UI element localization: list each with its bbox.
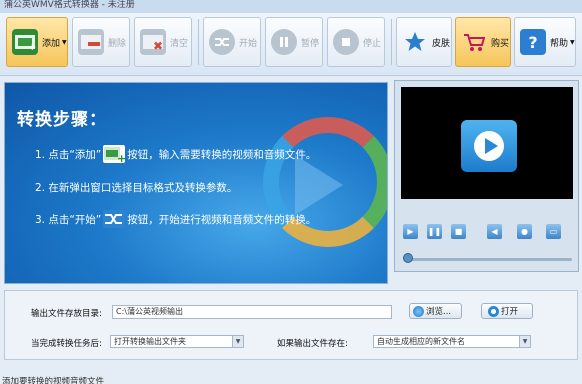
pause-button[interactable]: 暂停: [265, 17, 323, 67]
title-bar: 蒲公英WMV格式转换器 - 未注册: [0, 0, 582, 13]
seek-slider-knob[interactable]: [403, 253, 413, 263]
after-done-value: 打开转换输出文件夹: [114, 337, 186, 346]
fullscreen-icon[interactable]: ▭: [546, 224, 561, 239]
shuffle-icon: [209, 29, 235, 55]
step-1-text-a: 1. 点击“添加”: [35, 148, 102, 161]
help-icon: ?: [520, 29, 546, 55]
stop-icon: [333, 29, 359, 55]
seek-slider[interactable]: [409, 258, 572, 261]
browse-icon: [413, 305, 424, 317]
chevron-down-icon: ▼: [232, 336, 243, 347]
pause-icon: [271, 29, 297, 55]
delete-video-icon: [78, 29, 104, 55]
add-button-label: 添加: [42, 38, 61, 49]
svg-text:+: +: [28, 42, 36, 51]
after-done-select[interactable]: 打开转换输出文件夹 ▼: [110, 335, 244, 348]
help-button-label: 帮助: [550, 38, 569, 49]
step-2-text: 2. 在新弹出窗口选择目标格式及转换参数。: [35, 182, 238, 194]
step-3-text-b: 按钮，开始进行视频和音频文件的转换。: [127, 213, 317, 226]
open-folder-icon: [488, 305, 499, 317]
browse-button[interactable]: 浏览...: [409, 303, 462, 319]
step-3-text-a: 3. 点击“开始”: [35, 213, 102, 226]
buy-button-label: 购买: [491, 38, 510, 49]
settings-panel: 输出文件存放目录: C:\蒲公英视频输出 浏览... 打开 当完成转换任务后: …: [4, 290, 578, 360]
if-exists-select[interactable]: 自动生成相应的新文件名 ▼: [373, 335, 531, 348]
play-icon[interactable]: ▶: [403, 224, 418, 239]
open-button[interactable]: 打开: [481, 303, 533, 319]
status-bar: 添加要转换的视频音频文件: [0, 368, 582, 384]
toolbar-divider: [198, 19, 199, 65]
shopping-cart-icon: [461, 29, 487, 55]
add-video-icon: +: [12, 29, 38, 55]
status-text: 添加要转换的视频音频文件: [2, 377, 105, 384]
svg-text:+: +: [117, 152, 125, 163]
window-title: 蒲公英WMV格式转换器 - 未注册: [4, 0, 135, 10]
play-graphic: [295, 155, 343, 215]
chevron-down-icon: ▼: [519, 336, 530, 347]
clear-button[interactable]: ✖ 清空: [134, 17, 192, 67]
if-exists-value: 自动生成相应的新文件名: [377, 337, 465, 346]
add-button[interactable]: + 添加 ▼: [6, 17, 68, 67]
step-2: 2. 在新弹出窗口选择目标格式及转换参数。: [35, 180, 237, 195]
start-button-label: 开始: [239, 38, 258, 49]
snapshot-icon[interactable]: ●: [517, 224, 532, 239]
step-1: 1. 点击“添加” + 按钮，输入需要转换的视频和音频文件。: [35, 145, 317, 165]
skin-button-label: 皮肤: [432, 38, 451, 49]
start-button[interactable]: 开始: [203, 17, 261, 67]
if-exists-label: 如果输出文件存在:: [277, 339, 348, 349]
output-dir-field[interactable]: C:\蒲公英视频输出: [112, 305, 392, 319]
star-icon: [402, 29, 428, 55]
preview-player: ▶ ❚❚ ■ ◀ ● ▭: [394, 80, 579, 272]
banner-heading: 转换步骤：: [17, 110, 107, 130]
help-button[interactable]: ? 帮助 ▼: [514, 17, 576, 67]
clear-video-icon: ✖: [140, 29, 166, 55]
toolbar-divider: [391, 19, 392, 65]
buy-button[interactable]: 购买: [455, 17, 511, 67]
app-window: 蒲公英WMV格式转换器 - 未注册 + 添加 ▼ 删除 ✖ 清空 开始 暂停 停…: [0, 0, 582, 384]
toolbar: + 添加 ▼ 删除 ✖ 清空 开始 暂停 停止 皮肤 购买 ? 帮助 ▼: [0, 13, 582, 76]
delete-button[interactable]: 删除: [72, 17, 130, 67]
browse-button-label: 浏览...: [426, 307, 452, 317]
skin-button[interactable]: 皮肤: [396, 17, 452, 67]
add-video-icon: +: [103, 145, 126, 165]
shuffle-icon: [103, 210, 126, 228]
output-dir-label: 输出文件存放目录:: [31, 309, 102, 319]
step-1-text-b: 按钮，输入需要转换的视频和音频文件。: [127, 148, 317, 161]
svg-text:✖: ✖: [153, 39, 163, 51]
video-preview-screen: [401, 87, 573, 199]
stop-button[interactable]: 停止: [327, 17, 385, 67]
help-dropdown-icon: ▼: [570, 38, 575, 46]
open-button-label: 打开: [501, 307, 519, 317]
pause-button-label: 暂停: [301, 38, 320, 49]
play-icon[interactable]: [461, 120, 517, 172]
instructions-banner: 转换步骤： 1. 点击“添加” + 按钮，输入需要转换的视频和音频文件。 2. …: [4, 82, 388, 284]
add-dropdown-icon: ▼: [62, 38, 67, 46]
stop-button-label: 停止: [363, 38, 382, 49]
volume-icon[interactable]: ◀: [487, 224, 502, 239]
step-3: 3. 点击“开始” 按钮，开始进行视频和音频文件的转换。: [35, 210, 316, 228]
stop-icon[interactable]: ■: [451, 224, 466, 239]
after-done-label: 当完成转换任务后:: [31, 339, 102, 349]
clear-button-label: 清空: [170, 38, 189, 49]
delete-button-label: 删除: [108, 38, 127, 49]
pause-icon[interactable]: ❚❚: [427, 224, 442, 239]
